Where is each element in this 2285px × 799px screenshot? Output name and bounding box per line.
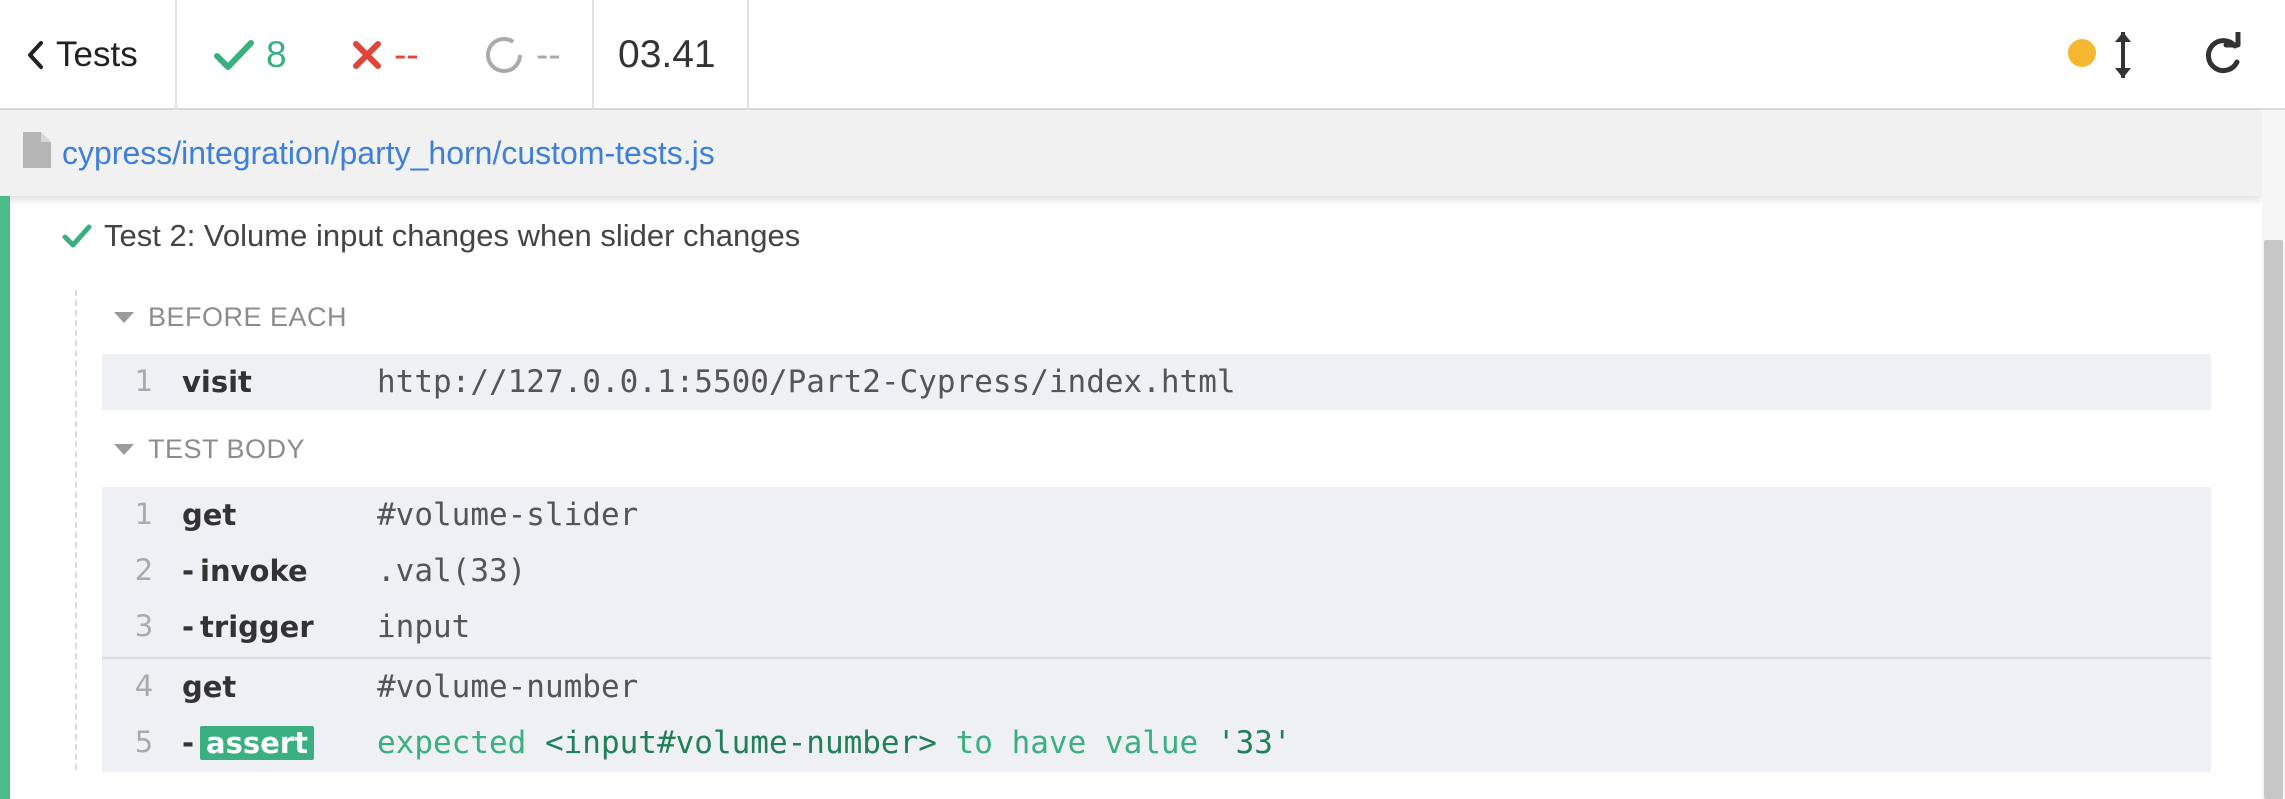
- test-body-heading: TEST BODY: [148, 434, 306, 464]
- command-row[interactable]: 3 - trigger input: [102, 599, 2211, 655]
- caret-down-icon: [114, 312, 134, 323]
- assert-badge: assert: [200, 726, 314, 760]
- command-message: .val(33): [377, 553, 527, 589]
- before-each-commands: 1 visit http://127.0.0.1:5500/Part2-Cypr…: [102, 354, 2211, 410]
- reload-icon[interactable]: [2202, 32, 2244, 78]
- command-row[interactable]: 1 visit http://127.0.0.1:5500/Part2-Cypr…: [102, 354, 2211, 410]
- scrollbar-thumb[interactable]: [2264, 240, 2283, 799]
- command-name-child: - trigger: [182, 610, 314, 644]
- run-duration: 03.41: [618, 33, 716, 76]
- file-icon: [23, 132, 51, 168]
- command-name: invoke: [200, 554, 308, 588]
- test-status-rail: [0, 196, 10, 799]
- failed-count[interactable]: --: [352, 0, 419, 110]
- passed-count-value: 8: [266, 34, 287, 75]
- before-each-heading: BEFORE EACH: [148, 302, 348, 332]
- command-name: get: [182, 670, 237, 704]
- check-icon: [214, 40, 254, 70]
- caret-down-icon: [114, 444, 134, 455]
- command-number: 4: [134, 669, 154, 703]
- command-row[interactable]: 2 - invoke .val(33): [102, 543, 2211, 599]
- expand-collapse-icon[interactable]: [2112, 28, 2134, 82]
- command-number: 5: [134, 725, 154, 759]
- assert-message: expected <input#volume-number> to have v…: [377, 725, 1292, 761]
- before-each-toggle[interactable]: BEFORE EACH: [114, 302, 347, 333]
- divider: [175, 0, 177, 110]
- assert-row[interactable]: 5 - assert expected <input#volume-number>…: [102, 715, 2211, 771]
- pending-circle-icon: [486, 37, 522, 73]
- command-name: get: [182, 498, 237, 532]
- command-row[interactable]: 4 get #volume-number: [102, 659, 2211, 715]
- command-name: visit: [182, 365, 252, 399]
- pending-count[interactable]: --: [484, 0, 561, 110]
- back-label: Tests: [56, 35, 138, 74]
- back-to-tests-button[interactable]: Tests: [26, 0, 138, 110]
- command-number: 1: [134, 497, 154, 531]
- assert-expected: expected: [377, 725, 527, 761]
- passed-count[interactable]: 8: [214, 0, 287, 110]
- spec-file-bar: cypress/integration/party_horn/custom-te…: [0, 110, 2262, 196]
- reporter-header: Tests 8 -- -- 03.41: [0, 0, 2285, 110]
- divider: [747, 0, 749, 110]
- chevron-left-icon: [28, 41, 43, 69]
- command-row[interactable]: 1 get #volume-slider: [102, 487, 2211, 543]
- pending-count-value: --: [536, 34, 561, 75]
- test-body-toggle[interactable]: TEST BODY: [114, 434, 305, 465]
- spec-file-link[interactable]: cypress/integration/party_horn/custom-te…: [62, 110, 715, 196]
- command-number: 2: [134, 553, 154, 587]
- x-icon: [353, 41, 381, 69]
- command-number: 3: [134, 609, 154, 643]
- divider: [592, 0, 594, 110]
- command-number: 1: [134, 364, 154, 398]
- running-indicator: [2068, 39, 2096, 67]
- assert-subject: <input#volume-number>: [544, 725, 937, 761]
- command-name-child: - invoke: [182, 554, 308, 588]
- failed-count-value: --: [394, 34, 419, 75]
- assert-value: '33': [1216, 725, 1292, 761]
- command-message: input: [377, 609, 471, 645]
- command-message: #volume-number: [377, 669, 639, 705]
- command-name-child: - assert: [182, 726, 314, 760]
- test-body-commands: 1 get #volume-slider 2 - invoke .val(33) …: [102, 487, 2211, 772]
- hooks-guide-line: [75, 290, 77, 770]
- assert-matcher: to have value: [955, 725, 1199, 761]
- command-name: trigger: [200, 610, 314, 644]
- command-message: http://127.0.0.1:5500/Part2-Cypress/inde…: [377, 364, 1236, 400]
- command-message: #volume-slider: [377, 497, 639, 533]
- check-icon: [62, 224, 92, 248]
- test-title-text: Test 2: Volume input changes when slider…: [104, 218, 801, 253]
- test-title[interactable]: Test 2: Volume input changes when slider…: [62, 218, 800, 254]
